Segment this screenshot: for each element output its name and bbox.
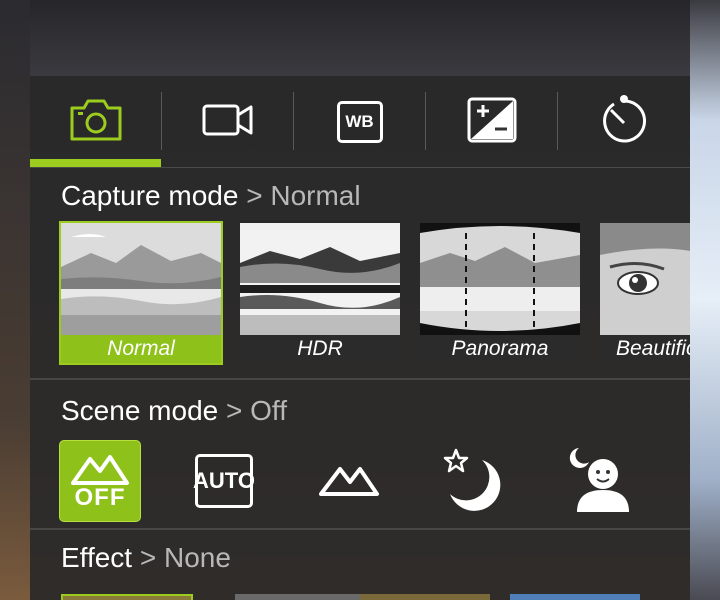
section-divider (30, 528, 690, 530)
moon-star-icon (440, 446, 506, 517)
video-camera-icon (201, 103, 255, 142)
tab-underline (30, 167, 690, 168)
effect-title: Effect > None (61, 542, 231, 574)
capture-mode-panorama-label: Panorama (420, 335, 580, 363)
effect-item[interactable] (235, 594, 365, 600)
capture-mode-hdr[interactable]: HDR (240, 223, 400, 363)
section-divider (30, 378, 690, 380)
tab-white-balance[interactable]: WB (294, 76, 425, 168)
scene-mode-separator: > (226, 395, 243, 426)
capture-mode-title: Capture mode > Normal (61, 180, 361, 212)
scene-mode-title: Scene mode > Off (61, 395, 287, 427)
wb-label: WB (345, 112, 374, 131)
capture-mode-beautification-label: Beautification (600, 335, 690, 363)
wb-icon: WB (336, 101, 383, 143)
normal-thumbnail-image (61, 223, 221, 335)
capture-mode-value: Normal (270, 180, 361, 211)
capture-mode-label: Capture mode (61, 180, 239, 211)
capture-mode-normal[interactable]: Normal (59, 221, 223, 365)
capture-mode-beautification[interactable]: Beautification (600, 223, 690, 363)
panorama-thumbnail-image (420, 223, 580, 335)
scene-mode-auto[interactable]: AUTO (183, 440, 265, 522)
effect-item[interactable] (510, 594, 640, 600)
tab-exposure[interactable] (426, 76, 557, 168)
exposure-icon (467, 97, 517, 148)
capture-mode-hdr-label: HDR (240, 335, 400, 363)
effect-value: None (164, 542, 231, 573)
auto-icon: AUTO (193, 454, 255, 508)
background-top (0, 0, 720, 76)
capture-mode-panorama[interactable]: Panorama (420, 223, 580, 363)
tab-selected-indicator (30, 159, 161, 167)
settings-tabs: WB (30, 76, 690, 168)
background-right (690, 0, 720, 600)
beautification-thumbnail-image (600, 223, 690, 335)
camera-icon (69, 98, 123, 147)
camera-settings-panel: WB Capture mode > Normal Normal HDR Pano… (30, 76, 690, 600)
scene-mode-value: Off (250, 395, 287, 426)
scene-mode-label: Scene mode (61, 395, 219, 426)
capture-mode-separator: > (246, 180, 263, 211)
mountain-off-icon: OFF (70, 451, 130, 511)
scene-mode-night[interactable] (432, 440, 514, 522)
timer-icon (597, 94, 651, 151)
effect-item[interactable] (360, 594, 490, 600)
tab-camera[interactable] (30, 76, 161, 168)
scene-mode-night-portrait[interactable] (557, 440, 639, 522)
capture-mode-normal-label: Normal (61, 335, 221, 363)
effect-separator: > (139, 542, 157, 573)
scene-mode-landscape[interactable] (308, 440, 390, 522)
background-left (0, 0, 30, 600)
tab-timer[interactable] (558, 76, 689, 168)
effect-label: Effect (61, 542, 133, 573)
effect-item-none[interactable] (61, 594, 193, 600)
hdr-thumbnail-image (240, 223, 400, 335)
mountain-icon (318, 461, 380, 502)
scene-auto-label: AUTO (193, 468, 255, 493)
night-portrait-icon (563, 444, 633, 519)
scene-mode-off[interactable]: OFF (59, 440, 141, 522)
tab-video[interactable] (162, 76, 293, 168)
scene-off-label: OFF (74, 484, 126, 511)
